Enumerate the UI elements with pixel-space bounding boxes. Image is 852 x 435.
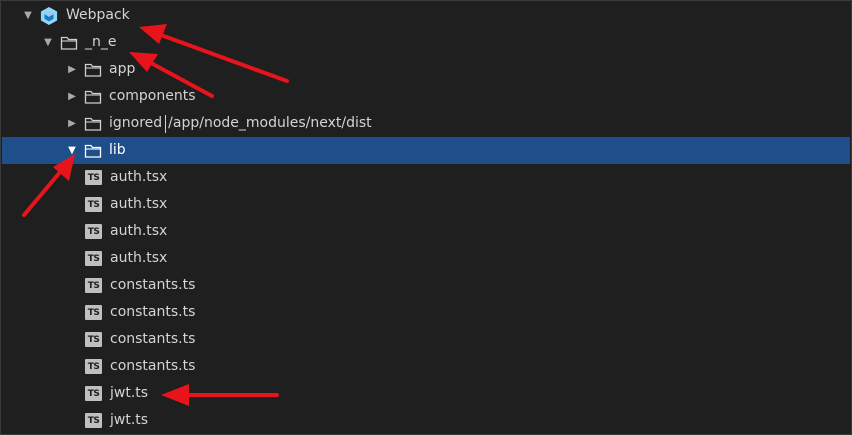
webpack-cube-icon	[40, 6, 58, 25]
typescript-file-icon: TS	[85, 386, 102, 401]
tree-item-file[interactable]: TS auth.tsx	[2, 164, 850, 191]
tree-item-ne-folder[interactable]: ▼ _n_e	[2, 29, 850, 56]
tree-item-label: constants.ts	[110, 358, 196, 374]
tree-item-app-folder[interactable]: ▶ app	[2, 56, 850, 83]
typescript-file-icon: TS	[85, 332, 102, 347]
chevron-down-icon[interactable]: ▼	[43, 37, 53, 48]
typescript-file-icon: TS	[85, 251, 102, 266]
tree-item-label: components	[109, 88, 196, 104]
tree-item-file[interactable]: TS auth.tsx	[2, 245, 850, 272]
folder-icon	[60, 36, 78, 50]
folder-icon	[84, 117, 102, 131]
tree-item-file[interactable]: TS auth.tsx	[2, 191, 850, 218]
explorer-tree-panel: ▼ Webpack ▼ _n_e ▶ app ▶ components ▶ ig…	[0, 0, 852, 435]
tree-item-file[interactable]: TS jwt.ts	[2, 380, 850, 407]
tree-item-label: Webpack	[66, 7, 130, 23]
folder-icon	[84, 144, 102, 158]
tree-item-label: app	[109, 61, 136, 77]
tree-item-file[interactable]: TS auth.tsx	[2, 218, 850, 245]
tree-item-label: constants.ts	[110, 277, 196, 293]
tree-item-label: jwt.ts	[110, 385, 149, 401]
tree-item-ignored-folder[interactable]: ▶ ignored /app/node_modules/next/dist	[2, 110, 850, 137]
tree-item-label: auth.tsx	[110, 196, 168, 212]
tree-item-file[interactable]: TS constants.ts	[2, 326, 850, 353]
tree-item-label: auth.tsx	[110, 169, 168, 185]
typescript-file-icon: TS	[85, 359, 102, 374]
chevron-down-icon[interactable]: ▼	[23, 10, 33, 21]
typescript-file-icon: TS	[85, 197, 102, 212]
folder-icon	[84, 63, 102, 77]
tree-item-label: auth.tsx	[110, 250, 168, 266]
tree-item-file[interactable]: TS constants.ts	[2, 272, 850, 299]
chevron-down-icon[interactable]: ▼	[67, 145, 77, 156]
typescript-file-icon: TS	[85, 224, 102, 239]
typescript-file-icon: TS	[85, 170, 102, 185]
tree-item-file[interactable]: TS constants.ts	[2, 353, 850, 380]
tree-item-file[interactable]: TS jwt.ts	[2, 407, 850, 434]
typescript-file-icon: TS	[85, 278, 102, 293]
tree-item-webpack[interactable]: ▼ Webpack	[2, 2, 850, 29]
tree-item-label: auth.tsx	[110, 223, 168, 239]
path-separator	[165, 114, 167, 133]
tree-item-label: constants.ts	[110, 331, 196, 347]
tree-item-components-folder[interactable]: ▶ components	[2, 83, 850, 110]
chevron-right-icon[interactable]: ▶	[67, 64, 77, 75]
typescript-file-icon: TS	[85, 305, 102, 320]
tree-item-label: lib	[109, 142, 126, 158]
tree-item-path: /app/node_modules/next/dist	[168, 115, 372, 131]
tree-item-label: constants.ts	[110, 304, 196, 320]
chevron-right-icon[interactable]: ▶	[67, 91, 77, 102]
tree-item-file[interactable]: TS constants.ts	[2, 299, 850, 326]
tree-item-lib-folder[interactable]: ▼ lib	[2, 137, 850, 164]
typescript-file-icon: TS	[85, 413, 102, 428]
tree-item-label: ignored	[109, 115, 163, 131]
chevron-right-icon[interactable]: ▶	[67, 118, 77, 129]
tree-item-label: jwt.ts	[110, 412, 149, 428]
tree-item-label: _n_e	[85, 34, 117, 50]
folder-icon	[84, 90, 102, 104]
